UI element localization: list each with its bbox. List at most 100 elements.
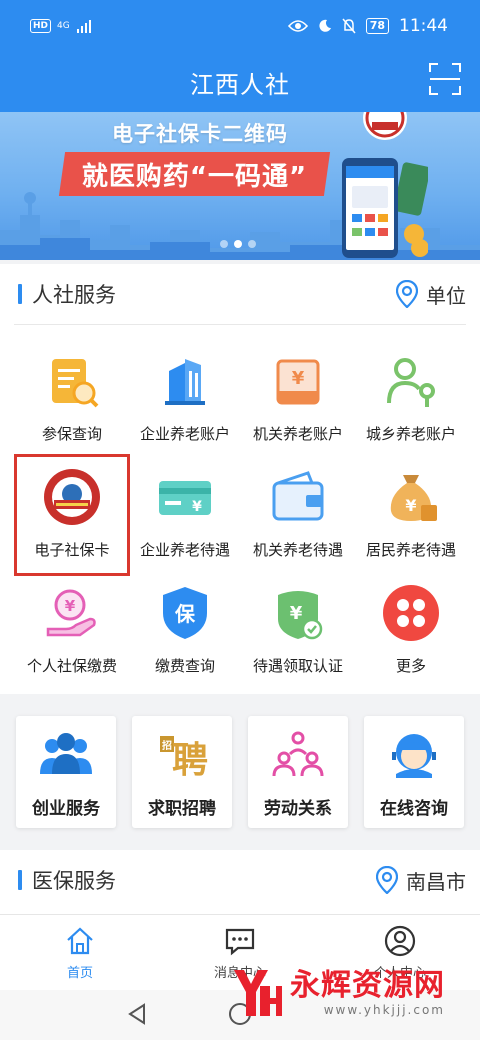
- hr-services-card: 人社服务 单位 参保查询 企业养老账户 ¥ 机关养老账户 城乡养老账户 电子社保…: [0, 264, 480, 694]
- hr-services-header: 人社服务 单位: [0, 264, 480, 324]
- clock: 11:44: [399, 16, 448, 36]
- tile-label: 劳动关系: [264, 799, 332, 819]
- money-bag-icon: ¥: [390, 475, 437, 521]
- insurance-query-icon: [52, 359, 99, 408]
- medical-services-card: 医保服务 南昌市: [0, 850, 480, 914]
- service-label: 城乡养老账户: [365, 425, 456, 443]
- tile-job-recruitment[interactable]: 招 聘 求职招聘: [132, 716, 232, 828]
- app-header: 江西人社: [0, 52, 480, 112]
- moon-icon: [319, 19, 331, 32]
- service-label: 更多: [395, 657, 426, 675]
- network-indicator: 4G: [57, 20, 70, 31]
- service-item-payment-query[interactable]: 保 缴费查询: [130, 573, 240, 689]
- tile-label: 求职招聘: [148, 799, 216, 819]
- hd-badge: HD: [30, 19, 52, 33]
- mute-bell-icon: [342, 18, 356, 34]
- tab-label: 首页: [66, 966, 93, 981]
- city-location-selector[interactable]: 南昌市: [376, 866, 466, 895]
- message-icon: [225, 928, 255, 956]
- svg-text:保: 保: [174, 602, 196, 626]
- service-item-personal-insurance-payment[interactable]: ¥ 个人社保缴费: [17, 573, 127, 689]
- back-icon[interactable]: [126, 1002, 148, 1026]
- tile-labor-relations[interactable]: 劳动关系: [248, 716, 348, 828]
- person-key-icon: [387, 358, 435, 407]
- section-accent-bar: [18, 870, 22, 890]
- status-bar: HD 4G 78 11:44: [0, 0, 480, 52]
- hr-services-title-wrap: 人社服务: [18, 279, 116, 309]
- social-security-seal-icon: [363, 112, 407, 140]
- location-pin-icon: [396, 280, 418, 308]
- service-label: 机关养老账户: [252, 425, 343, 443]
- service-item-resident-pension-benefits[interactable]: ¥ 居民养老待遇: [356, 457, 466, 573]
- unit-location-label: 单位: [426, 283, 466, 308]
- service-label: 企业养老待遇: [139, 541, 230, 559]
- wallet-icon: [272, 471, 324, 521]
- city-location-label: 南昌市: [406, 869, 466, 894]
- svg-text:聘: 聘: [172, 740, 208, 778]
- banner-tagline-text: 就医购药“一码通”: [82, 161, 308, 192]
- yuan-box-icon: ¥: [276, 359, 320, 405]
- yuan-card-icon: ¥: [159, 481, 211, 515]
- eye-icon: [287, 20, 308, 32]
- promo-banner[interactable]: 电子社保卡二维码 就医购药“一码通”: [0, 112, 480, 260]
- watermark-name: 永辉资源网: [290, 968, 445, 1003]
- service-label: 机关养老待遇: [252, 541, 343, 559]
- banner-headline: 电子社保卡二维码: [112, 122, 288, 146]
- watermark-logo-icon: [234, 970, 282, 1016]
- banner-tagline: 就医购药“一码通”: [58, 152, 331, 196]
- service-item-enterprise-pension-benefits[interactable]: ¥ 企业养老待遇: [130, 457, 240, 573]
- more-icon: [383, 585, 439, 641]
- quick-service-tiles: 创业服务 招 聘 求职招聘 劳动关系 在线咨询: [16, 716, 464, 828]
- unit-location-selector[interactable]: 单位: [396, 280, 466, 309]
- hr-services-title: 人社服务: [32, 283, 116, 307]
- svg-text:¥: ¥: [405, 496, 416, 515]
- service-label: 企业养老账户: [139, 425, 230, 443]
- service-item-benefit-certification[interactable]: ¥ 待遇领取认证: [243, 573, 353, 689]
- social-security-card-icon: [44, 469, 100, 525]
- watermark-url: www.yhkjjj.com: [323, 1003, 445, 1017]
- recruit-icon: 招 聘: [160, 736, 208, 778]
- scan-icon[interactable]: [428, 62, 462, 96]
- service-item-insurance-query[interactable]: 参保查询: [17, 341, 127, 457]
- service-item-enterprise-pension-account[interactable]: 企业养老账户: [130, 341, 240, 457]
- medical-services-title-wrap: 医保服务: [18, 865, 116, 895]
- customer-service-icon: [392, 734, 436, 778]
- service-label: 待遇领取认证: [252, 657, 343, 675]
- tile-label: 创业服务: [32, 799, 100, 819]
- team-icon: [40, 733, 92, 774]
- service-item-e-social-security-card[interactable]: 电子社保卡: [14, 454, 130, 576]
- service-item-agency-pension-benefits[interactable]: 机关养老待遇: [243, 457, 353, 573]
- banner-dot-active[interactable]: [234, 240, 242, 248]
- battery-indicator: 78: [365, 18, 389, 34]
- banner-dot[interactable]: [248, 240, 256, 248]
- hand-yuan-icon: ¥: [46, 589, 96, 637]
- svg-text:¥: ¥: [65, 597, 76, 615]
- top-bar: HD 4G 78 11:44 江西人社: [0, 0, 480, 112]
- watermark: 永辉资源网 www.yhkjjj.com: [226, 964, 445, 1022]
- tile-online-consultation[interactable]: 在线咨询: [364, 716, 464, 828]
- verified-yuan-icon: ¥: [278, 591, 323, 640]
- service-item-more[interactable]: 更多: [356, 573, 466, 689]
- tile-label: 在线咨询: [380, 799, 448, 819]
- phone-illustration: [342, 158, 428, 258]
- banner-dot[interactable]: [220, 240, 228, 248]
- service-item-urban-rural-pension-account[interactable]: 城乡养老账户: [356, 341, 466, 457]
- tab-home[interactable]: 首页: [0, 915, 160, 990]
- hr-services-grid: 参保查询 企业养老账户 ¥ 机关养老账户 城乡养老账户 电子社保卡 ¥ 企业养老…: [0, 325, 480, 689]
- watermark-text: 永辉资源网 www.yhkjjj.com: [290, 968, 445, 1018]
- service-item-agency-pension-account[interactable]: ¥ 机关养老账户: [243, 341, 353, 457]
- enterprise-building-icon: [165, 359, 205, 405]
- service-label: 个人社保缴费: [26, 657, 117, 675]
- relation-icon: [272, 731, 324, 777]
- service-label: 缴费查询: [154, 657, 215, 675]
- section-accent-bar: [18, 284, 22, 304]
- medical-services-title: 医保服务: [32, 869, 116, 893]
- tile-entrepreneurship[interactable]: 创业服务: [16, 716, 116, 828]
- signal-icon: [76, 20, 91, 33]
- service-label: 参保查询: [41, 425, 102, 443]
- user-icon: [384, 925, 416, 957]
- svg-text:¥: ¥: [290, 603, 303, 624]
- home-icon: [67, 927, 93, 955]
- svg-text:¥: ¥: [192, 499, 202, 515]
- medical-services-header: 医保服务 南昌市: [0, 850, 480, 910]
